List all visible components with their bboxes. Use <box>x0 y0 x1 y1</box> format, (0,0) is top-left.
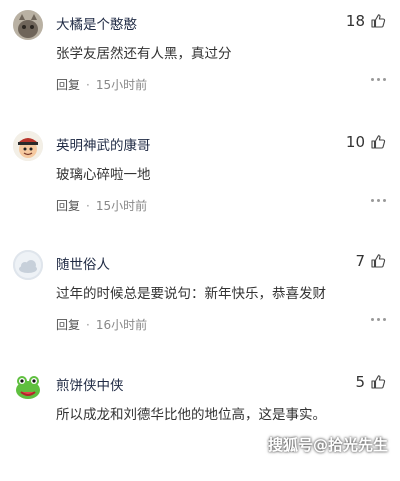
timestamp: 16小时前 <box>95 318 148 332</box>
username[interactable]: 英明神武的康哥 <box>56 134 151 154</box>
thumbs-up-icon <box>371 14 386 28</box>
username[interactable]: 煎饼侠中侠 <box>56 374 124 394</box>
comment-text: 张学友居然还有人黑，真过分 <box>56 46 232 62</box>
comment-item: 随世俗人 7 过年的时候总是要说句：新年快乐，恭喜发财 回复 · 16小时前 <box>0 240 400 360</box>
green-frog-avatar-icon <box>13 371 43 401</box>
cartoon-pirate-avatar-icon <box>13 131 43 161</box>
comment-meta: 回复 · 15小时前 <box>56 76 147 93</box>
separator-dot: · <box>86 77 90 92</box>
like-count: 10 <box>345 133 365 151</box>
default-cloud-avatar-icon <box>13 250 43 280</box>
timestamp: 15小时前 <box>95 78 148 92</box>
avatar[interactable] <box>13 10 43 40</box>
reply-button[interactable]: 回复 <box>56 197 80 214</box>
thumbs-up-icon <box>371 254 386 268</box>
like-button[interactable]: 7 <box>355 251 386 271</box>
comment-item: 煎饼侠中侠 5 所以成龙和刘德华比他的地位高，这是事实。 <box>0 361 400 481</box>
like-button[interactable]: 5 <box>355 372 386 392</box>
cat-avatar-icon <box>13 10 43 40</box>
comment-meta: 回复 · 15小时前 <box>56 197 147 214</box>
separator-dot: · <box>86 198 90 213</box>
like-count: 7 <box>355 252 365 270</box>
reply-button[interactable]: 回复 <box>56 316 80 333</box>
like-count: 5 <box>355 373 365 391</box>
comment-text: 所以成龙和刘德华比他的地位高，这是事实。 <box>56 407 326 423</box>
username[interactable]: 随世俗人 <box>56 253 110 273</box>
username[interactable]: 大橘是个憨憨 <box>56 13 137 33</box>
watermark: 搜狐号@拾光先生 <box>267 436 388 454</box>
more-options-icon[interactable] <box>371 318 386 321</box>
more-options-icon[interactable] <box>371 78 386 81</box>
comment-text: 玻璃心碎啦一地 <box>56 167 151 183</box>
comment-item: 英明神武的康哥 10 玻璃心碎啦一地 回复 · 15小时前 <box>0 121 400 241</box>
avatar[interactable] <box>13 131 43 161</box>
thumbs-up-icon <box>371 135 386 149</box>
timestamp: 15小时前 <box>95 199 148 213</box>
like-button[interactable]: 18 <box>346 11 386 31</box>
like-button[interactable]: 10 <box>346 132 386 152</box>
thumbs-up-icon <box>371 375 386 389</box>
separator-dot: · <box>86 317 90 332</box>
like-count: 18 <box>345 12 365 30</box>
avatar[interactable] <box>13 250 43 280</box>
comment-text: 过年的时候总是要说句：新年快乐，恭喜发财 <box>56 286 326 302</box>
avatar[interactable] <box>13 371 43 401</box>
reply-button[interactable]: 回复 <box>56 76 80 93</box>
comment-item: 大橘是个憨憨 18 张学友居然还有人黑，真过分 回复 · 15小时前 <box>0 0 400 120</box>
more-options-icon[interactable] <box>371 199 386 202</box>
comment-meta: 回复 · 16小时前 <box>56 316 147 333</box>
